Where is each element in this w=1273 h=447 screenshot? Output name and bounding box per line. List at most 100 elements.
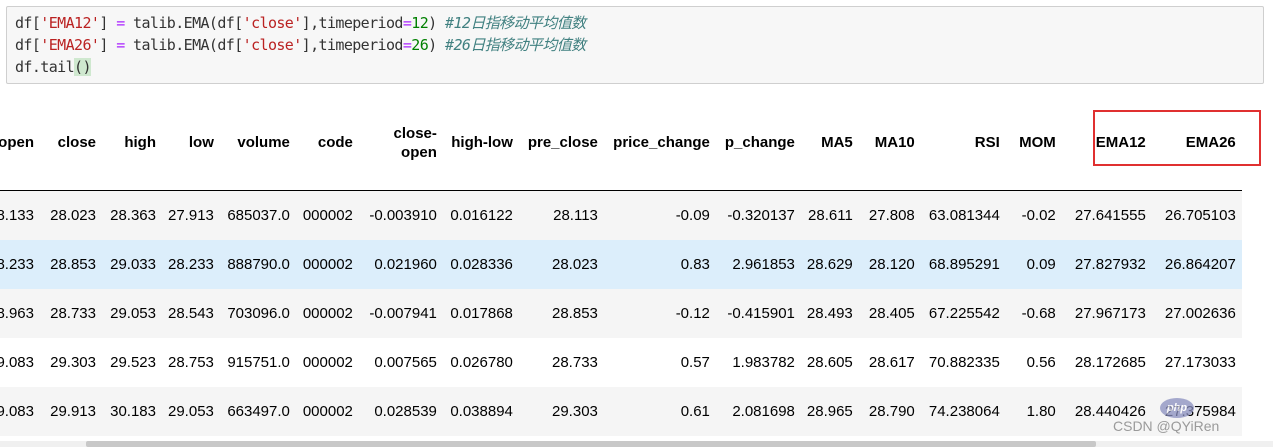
dataframe-output: open close high low volume code close- open hig… (0, 95, 1273, 447)
table-cell: 0.017868 (442, 289, 519, 338)
table-cell: 30.183 (102, 387, 162, 436)
column-header: EMA12 (1061, 95, 1152, 191)
table-cell: 28.113 (518, 190, 604, 240)
table-cell: 0.016122 (442, 190, 519, 240)
dataframe-table: open close high low volume code close- open hig… (0, 95, 1242, 436)
table-cell: -0.02 (1005, 190, 1062, 240)
column-header: low (162, 95, 220, 191)
table-cell: -0.68 (1005, 289, 1062, 338)
table-cell: 000002 (295, 289, 359, 338)
column-header: MA5 (800, 95, 859, 191)
table-cell: 0.028539 (358, 387, 443, 436)
table-cell: 28.605 (800, 338, 859, 387)
table-cell: 685037.0 (219, 190, 296, 240)
table-cell: 27.808 (858, 190, 921, 240)
table-cell: 0.028336 (442, 240, 519, 289)
table-cell: 000002 (295, 338, 359, 387)
table-cell: 28.733 (518, 338, 604, 387)
table-cell: -0.007941 (358, 289, 443, 338)
table-cell: 68.895291 (920, 240, 1006, 289)
table-cell: 0.026780 (442, 338, 519, 387)
table-cell: 29.913 (40, 387, 102, 436)
column-header: code (295, 95, 359, 191)
table-cell: 28.963 (0, 289, 40, 338)
table-row[interactable]: 29.08329.91330.18329.053663497.00000020.… (0, 387, 1242, 436)
table-cell: 0.56 (1005, 338, 1062, 387)
table-cell: 0.09 (1005, 240, 1062, 289)
column-header: p_change (715, 95, 801, 191)
table-cell: 703096.0 (219, 289, 296, 338)
table-cell: 29.053 (102, 289, 162, 338)
table-cell: 29.053 (162, 387, 220, 436)
table-cell: 28.853 (518, 289, 604, 338)
column-header: open (0, 95, 40, 191)
table-cell: 28.233 (162, 240, 220, 289)
table-cell: 28.023 (40, 190, 102, 240)
table-cell: 663497.0 (219, 387, 296, 436)
column-header: high-low (442, 95, 519, 191)
column-header: close- open (358, 95, 443, 191)
table-cell: 888790.0 (219, 240, 296, 289)
scrollbar-thumb[interactable] (86, 441, 1096, 447)
table-cell: 28.133 (0, 190, 40, 240)
table-cell: 27.913 (162, 190, 220, 240)
column-header: high (102, 95, 162, 191)
table-cell: -0.09 (603, 190, 716, 240)
table-cell: 29.303 (40, 338, 102, 387)
column-header: EMA26 (1151, 95, 1242, 191)
table-cell: 28.733 (40, 289, 102, 338)
table-cell: 28.233 (0, 240, 40, 289)
code-cell[interactable]: df['EMA12'] = talib.EMA(df['close'],time… (6, 6, 1264, 84)
table-cell: 29.083 (0, 338, 40, 387)
table-cell: 28.023 (518, 240, 604, 289)
table-cell: 27.827932 (1061, 240, 1152, 289)
php-logo-icon: php (1160, 398, 1194, 418)
watermark: CSDN @QYiRen (1113, 418, 1220, 434)
table-cell: 0.57 (603, 338, 716, 387)
table-cell: 915751.0 (219, 338, 296, 387)
table-row[interactable]: 29.08329.30329.52328.753915751.00000020.… (0, 338, 1242, 387)
table-cell: -0.12 (603, 289, 716, 338)
table-cell: 70.882335 (920, 338, 1006, 387)
code-comment: #26日指移动平均值数 (445, 36, 586, 54)
table-cell: 29.083 (0, 387, 40, 436)
table-cell: 26.864207 (1151, 240, 1242, 289)
column-header: MOM (1005, 95, 1062, 191)
table-cell: 28.543 (162, 289, 220, 338)
table-cell: 0.61 (603, 387, 716, 436)
table-cell: 28.790 (858, 387, 921, 436)
column-header: pre_close (518, 95, 604, 191)
table-cell: 28.172685 (1061, 338, 1152, 387)
column-header: RSI (920, 95, 1006, 191)
table-cell: 2.081698 (715, 387, 801, 436)
table-cell: 1.983782 (715, 338, 801, 387)
table-cell: 0.038894 (442, 387, 519, 436)
code-line-3: df.tail() (15, 58, 92, 76)
table-cell: 29.033 (102, 240, 162, 289)
table-cell: -0.320137 (715, 190, 801, 240)
table-cell: 29.303 (518, 387, 604, 436)
table-cell: 0.007565 (358, 338, 443, 387)
column-header: price_change (603, 95, 716, 191)
table-cell: 000002 (295, 387, 359, 436)
table-header-row: open close high low volume code close- open hig… (0, 95, 1242, 191)
column-header: MA10 (858, 95, 921, 191)
table-cell: 28.753 (162, 338, 220, 387)
table-row[interactable]: 28.96328.73329.05328.543703096.0000002-0… (0, 289, 1242, 338)
table-cell: 67.225542 (920, 289, 1006, 338)
table-cell: 28.853 (40, 240, 102, 289)
table-cell: 28.405 (858, 289, 921, 338)
column-header: close (40, 95, 102, 191)
table-row[interactable]: 28.23328.85329.03328.233888790.00000020.… (0, 240, 1242, 289)
table-cell: 63.081344 (920, 190, 1006, 240)
table-row[interactable]: 28.13328.02328.36327.913685037.0000002-0… (0, 190, 1242, 240)
code-line-1: df['EMA12'] = talib.EMA(df['close'],time… (15, 14, 586, 32)
table-cell: 74.238064 (920, 387, 1006, 436)
code-line-2: df['EMA26'] = talib.EMA(df['close'],time… (15, 36, 586, 54)
table-cell: 27.967173 (1061, 289, 1152, 338)
table-cell: 000002 (295, 240, 359, 289)
table-cell: -0.003910 (358, 190, 443, 240)
table-cell: 28.611 (800, 190, 859, 240)
table-cell: 1.80 (1005, 387, 1062, 436)
table-cell: 0.021960 (358, 240, 443, 289)
